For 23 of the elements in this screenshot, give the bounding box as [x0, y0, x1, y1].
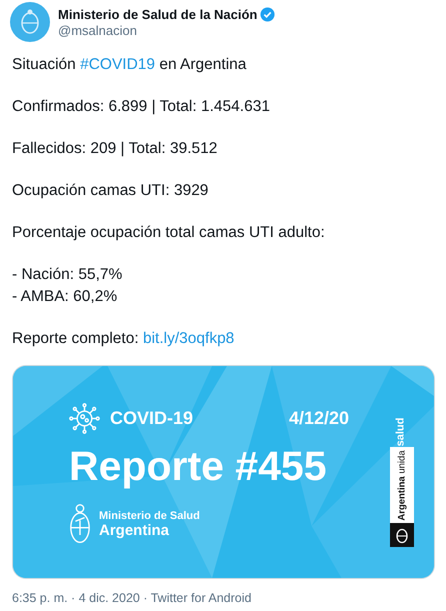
url-link[interactable]: bit.ly/3oqfkp8: [142, 330, 234, 347]
emblem-icon: [390, 523, 414, 547]
tweet-meta: 6:35 p. m. · 4 dic. 2020 · Twitter for Android: [12, 591, 252, 605]
tweet-text: Reporte completo: bit.ly/3oqfkp8: [12, 329, 236, 349]
brand-strip: Argentina unida: [390, 447, 414, 523]
topic-label: COVID-19: [110, 408, 194, 429]
report-title: Reporte #455: [69, 442, 328, 491]
account-name[interactable]: Ministerio de Salud de la Nación: [58, 6, 258, 22]
account-handle[interactable]: @msalnacion: [58, 22, 276, 38]
tweet-text: Ocupación camas UTI: 3929: [12, 181, 210, 201]
card-background[interactable]: [13, 366, 434, 578]
salud-label: salud: [394, 418, 406, 446]
report-date: 4/12/20: [288, 408, 349, 429]
country-name: Argentina: [99, 522, 170, 538]
tweet-text: Situación #COVID19 en Argentina: [12, 55, 248, 75]
virus-icon: [69, 402, 100, 435]
avatar-emblem-icon[interactable]: [10, 2, 50, 42]
tweet-text: Porcentaje ocupación total camas UTI adulto:: [12, 223, 326, 243]
hashtag-link[interactable]: #COVID19: [80, 56, 156, 73]
ministry-name: Ministerio de Salud: [99, 510, 200, 522]
tweet-text: - Nación: 55,7% - AMBA: 60,2%: [12, 265, 124, 307]
tweet-text: Confirmados: 6.899 | Total: 1.454.631: [12, 97, 271, 117]
tweet-text: Fallecidos: 209 | Total: 39.512: [12, 139, 218, 159]
